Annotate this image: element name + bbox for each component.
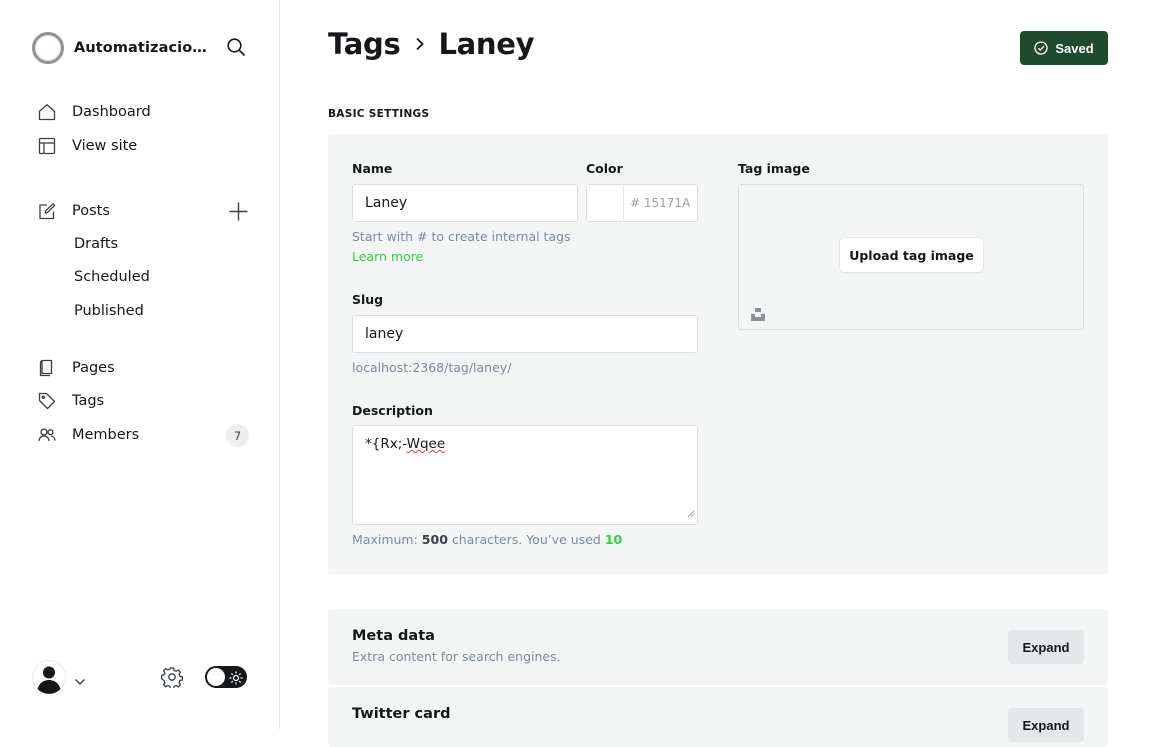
people-icon (38, 426, 56, 444)
twitter-card-expand-button[interactable]: Expand (1008, 708, 1084, 742)
site-brand[interactable]: Automatizacion... (32, 32, 208, 64)
name-hint: Start with # to create internal tags (352, 229, 571, 244)
toggle-knob (207, 668, 225, 686)
pencil-icon (38, 202, 56, 220)
counter-used: 10 (604, 532, 623, 547)
name-label: Name (352, 161, 393, 176)
slug-label: Slug (352, 292, 384, 307)
color-hex-input[interactable]: # 15171A (623, 184, 698, 222)
basic-settings-panel: Name Laney Start with # to create intern… (328, 134, 1108, 574)
resize-handle-icon[interactable] (687, 506, 695, 522)
twitter-card-card: Twitter card Expand (328, 687, 1108, 747)
nav-pages-label: Pages (72, 360, 115, 376)
gear-icon[interactable] (160, 666, 184, 692)
sun-icon (229, 670, 243, 689)
meta-data-card: Meta data Extra content for search engin… (328, 609, 1108, 685)
nav-posts[interactable]: Posts (38, 202, 110, 220)
tag-icon (38, 392, 56, 410)
nav-pages[interactable]: Pages (38, 359, 115, 377)
nav-members[interactable]: Members (38, 426, 139, 444)
check-circle-icon (1034, 41, 1048, 55)
color-label: Color (586, 161, 623, 176)
breadcrumb: Tags Laney (328, 27, 535, 61)
nav-drafts[interactable]: Drafts (74, 236, 118, 252)
page-icon (38, 359, 56, 377)
sidebar: Automatizacion... Dashboard View site Po… (0, 0, 280, 729)
unsplash-icon[interactable] (751, 306, 765, 325)
color-hash: # (630, 196, 641, 210)
meta-data-expand-button[interactable]: Expand (1008, 630, 1084, 664)
search-icon[interactable] (226, 37, 246, 61)
home-icon (38, 103, 56, 121)
description-misspelled-word: Wqee (406, 436, 446, 452)
twitter-card-title: Twitter card (352, 706, 451, 722)
nav-members-label: Members (72, 427, 140, 443)
color-swatch[interactable] (586, 184, 624, 222)
description-label: Description (352, 403, 433, 418)
nav-dashboard-label: Dashboard (72, 104, 151, 120)
meta-data-title: Meta data (352, 628, 435, 644)
members-count-badge: 7 (226, 424, 249, 447)
upload-tag-image-button[interactable]: Upload tag image (840, 238, 983, 272)
nav-dashboard[interactable]: Dashboard (38, 103, 151, 121)
color-value: 15171A (643, 196, 691, 210)
plus-icon[interactable] (228, 201, 249, 226)
meta-data-description: Extra content for search engines. (352, 649, 561, 664)
avatar[interactable] (32, 660, 66, 694)
site-name: Automatizacion... (74, 40, 208, 56)
site-logo (32, 32, 64, 64)
theme-toggle[interactable] (205, 666, 247, 688)
layout-icon (38, 137, 56, 155)
saved-button[interactable]: Saved (1020, 31, 1108, 65)
nav-view-site-label: View site (72, 138, 138, 154)
saved-label: Saved (1055, 40, 1094, 56)
nav-view-site[interactable]: View site (38, 137, 137, 155)
breadcrumb-tags-link[interactable]: Tags (328, 27, 401, 61)
section-basic-settings: BASIC SETTINGS (328, 108, 430, 120)
counter-middle: characters. You’ve used (451, 532, 601, 547)
description-text: *{Rx;- (365, 436, 407, 452)
learn-more-link[interactable]: Learn more (352, 249, 423, 264)
counter-max: 500 (421, 532, 448, 547)
tag-image-label: Tag image (738, 161, 810, 176)
nav-tags[interactable]: Tags (38, 392, 104, 410)
nav-published[interactable]: Published (74, 303, 144, 319)
nav-posts-label: Posts (72, 203, 110, 219)
nav-scheduled[interactable]: Scheduled (74, 269, 150, 285)
name-input[interactable]: Laney (352, 184, 578, 222)
chevron-right-icon (414, 36, 426, 52)
description-counter: Maximum: 500 characters. You’ve used 10 (352, 532, 622, 547)
page-title: Laney (438, 27, 535, 61)
main-content: Tags Laney Saved BASIC SETTINGS Name Lan… (281, 0, 1156, 747)
chevron-down-icon[interactable] (74, 672, 86, 691)
nav-tags-label: Tags (72, 393, 105, 409)
description-textarea[interactable]: *{Rx;-Wqee (352, 425, 698, 525)
tag-image-dropzone[interactable]: Upload tag image (738, 184, 1084, 330)
slug-url: localhost:2368/tag/laney/ (352, 360, 512, 375)
slug-input[interactable]: laney (352, 315, 698, 353)
counter-prefix: Maximum: (352, 532, 418, 547)
